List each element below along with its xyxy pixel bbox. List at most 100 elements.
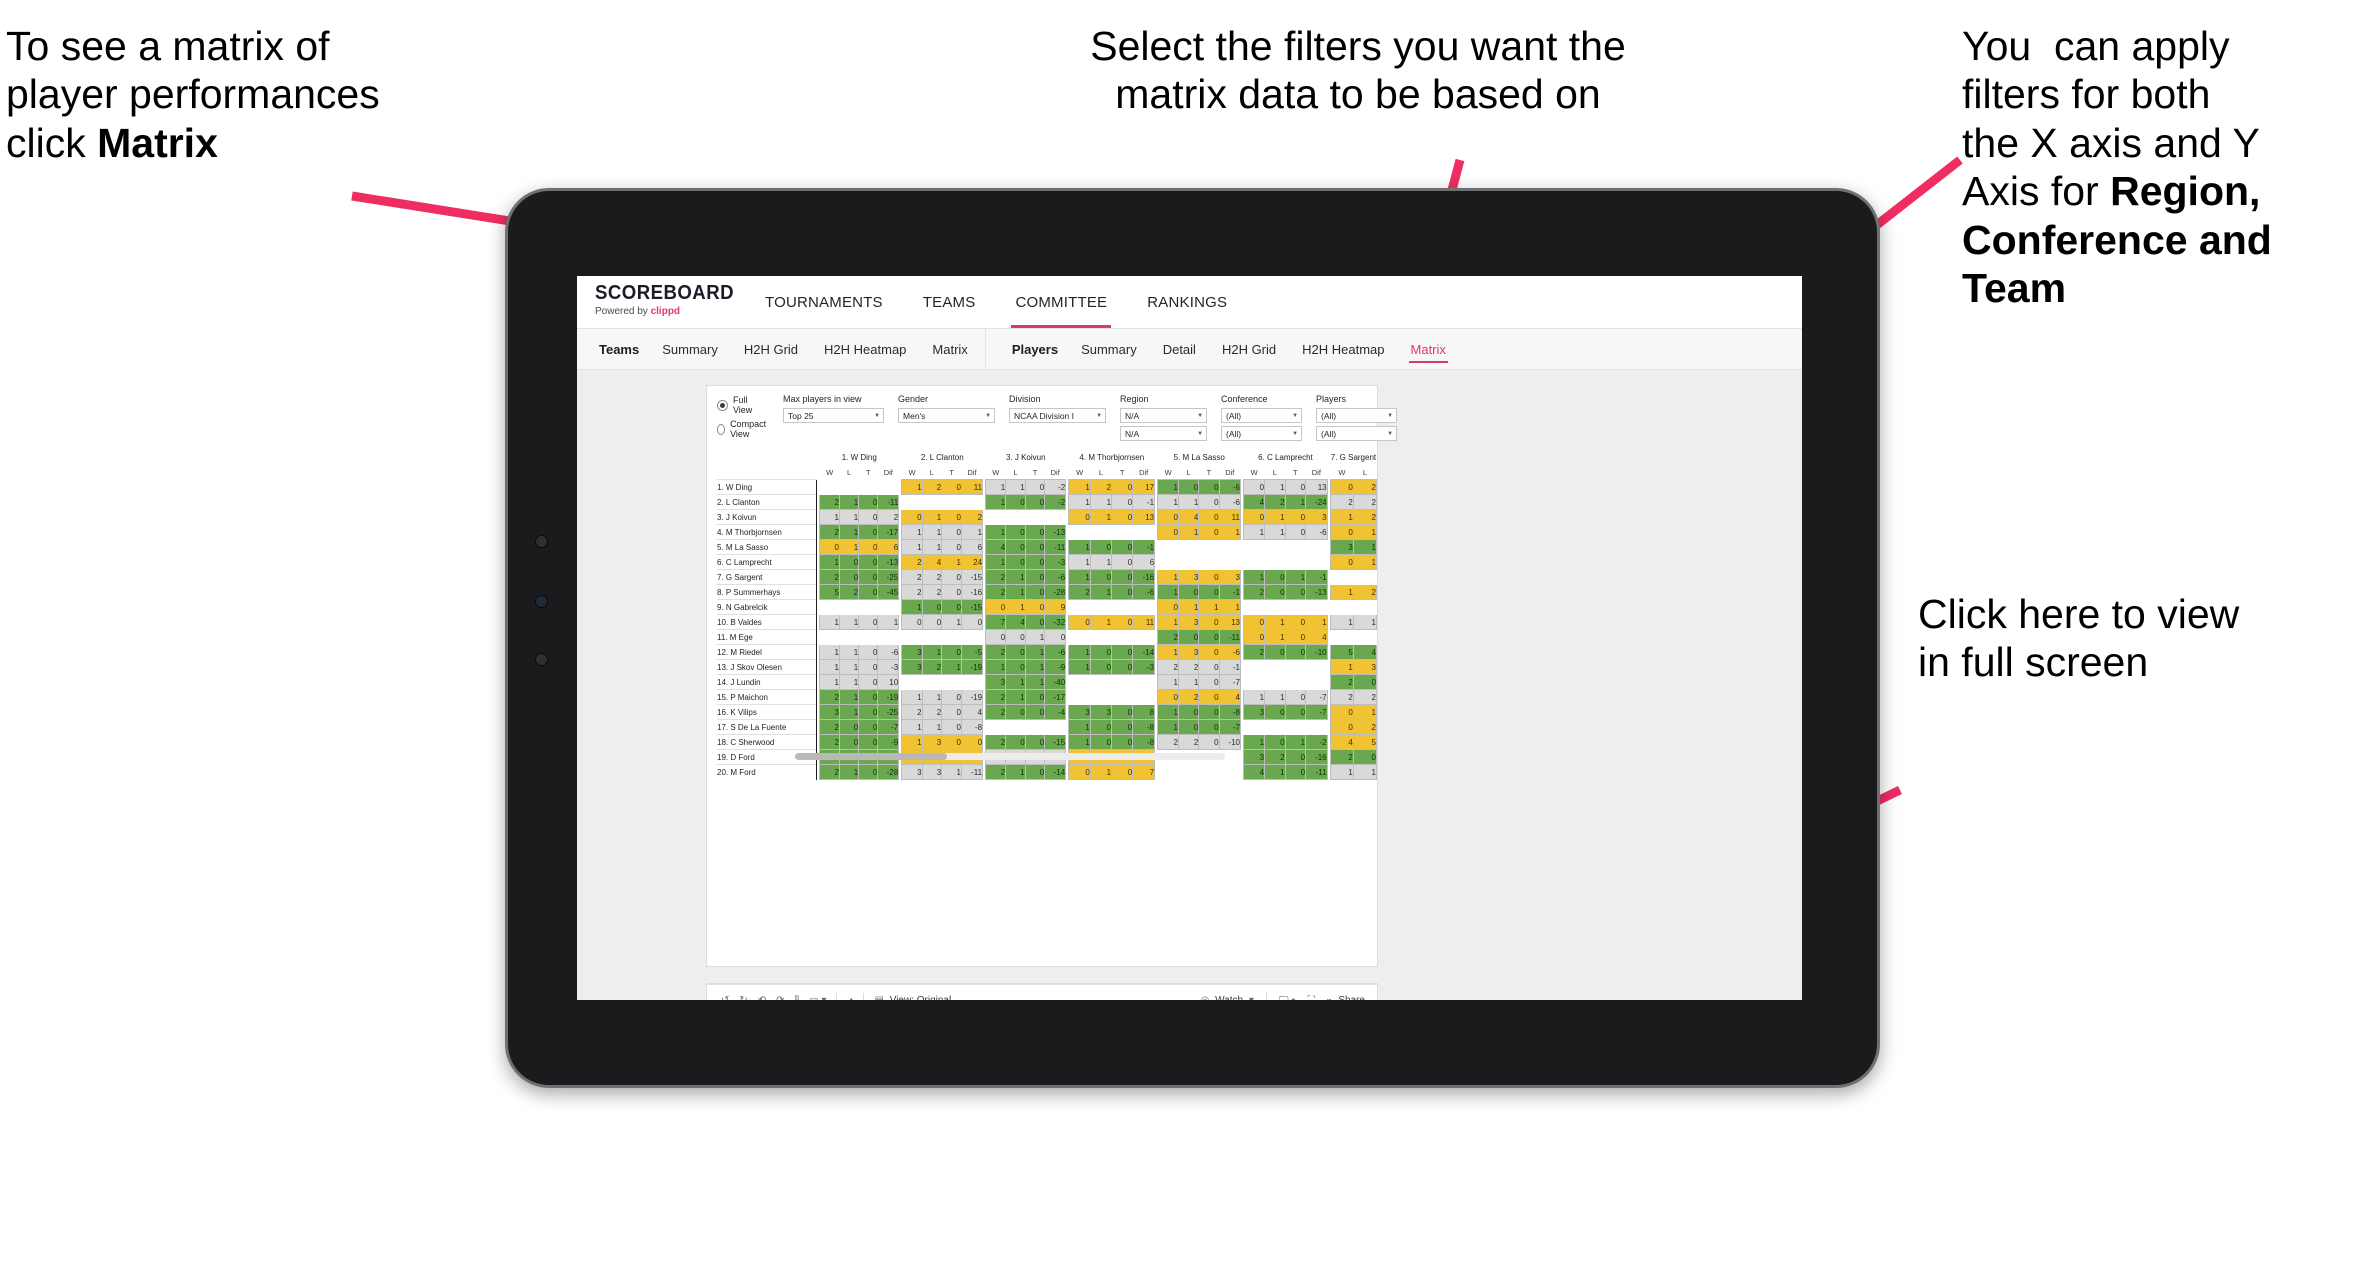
matrix-cell[interactable]: -25 xyxy=(877,569,900,585)
matrix-cell[interactable]: 0 xyxy=(1352,749,1378,765)
matrix-cell[interactable]: 0 xyxy=(1284,509,1307,525)
matrix-cell[interactable]: 2 xyxy=(1157,659,1179,675)
filter-region-select-y[interactable]: N/A ▼ xyxy=(1120,426,1208,441)
matrix-cell[interactable]: 4 xyxy=(1177,509,1200,525)
matrix-cell[interactable]: 0 xyxy=(838,554,860,570)
matrix-cell[interactable]: 0 xyxy=(941,584,962,600)
matrix-cell[interactable]: 1 xyxy=(1218,599,1241,615)
matrix-cell[interactable]: 6 xyxy=(1132,554,1156,570)
matrix-cell[interactable]: 1 xyxy=(901,689,923,705)
matrix-cell[interactable]: 1 xyxy=(838,509,860,525)
matrix-cell[interactable]: 2 xyxy=(921,704,943,720)
matrix-cell[interactable]: 2 xyxy=(1157,629,1179,645)
matrix-cell[interactable]: 3 xyxy=(1243,704,1266,720)
matrix-cell[interactable]: 1 xyxy=(1352,614,1378,630)
matrix-cell[interactable]: 1 xyxy=(1352,554,1378,570)
matrix-cell[interactable]: 2 xyxy=(819,764,840,780)
matrix-cell[interactable]: 2 xyxy=(1352,509,1378,525)
matrix-cell[interactable]: 1 xyxy=(941,554,962,570)
matrix-cell[interactable]: 3 xyxy=(901,764,923,780)
matrix-cell[interactable]: -11 xyxy=(960,764,984,780)
matrix-cell[interactable]: -16 xyxy=(960,584,984,600)
nav-item-rankings[interactable]: RANKINGS xyxy=(1127,276,1247,328)
matrix-cell[interactable]: 0 xyxy=(1024,479,1046,495)
matrix-cell[interactable]: 4 xyxy=(1218,689,1241,705)
matrix-cell[interactable]: 1 xyxy=(1264,614,1286,630)
matrix-cell[interactable]: 5 xyxy=(1329,644,1354,660)
matrix-cell[interactable]: -3 xyxy=(1132,659,1156,675)
matrix-cell[interactable]: 0 xyxy=(1005,524,1026,540)
matrix-cell[interactable]: 0 xyxy=(1024,524,1046,540)
matrix-cell[interactable]: 2 xyxy=(1243,584,1266,600)
matrix-cell[interactable]: 3 xyxy=(819,704,840,720)
matrix-cell[interactable]: 2 xyxy=(985,689,1007,705)
matrix-cell[interactable]: 0 xyxy=(858,584,879,600)
matrix-cell[interactable]: 2 xyxy=(985,584,1007,600)
matrix-cell[interactable]: 0 xyxy=(1198,524,1220,540)
matrix-cell[interactable]: 1 xyxy=(1264,764,1286,780)
matrix-cell[interactable]: 13 xyxy=(1218,614,1241,630)
matrix-cell[interactable]: 0 xyxy=(1284,644,1307,660)
matrix-cell[interactable]: -28 xyxy=(1044,584,1067,600)
matrix-cell[interactable]: -8 xyxy=(960,719,984,735)
matrix-cell[interactable]: 0 xyxy=(1005,734,1026,750)
matrix-container[interactable]: 1. W Ding 2. L Clanton 3. J Koivun 4. M Tho… xyxy=(707,447,1378,780)
matrix-cell[interactable]: 2 xyxy=(1068,584,1091,600)
matrix-cell[interactable]: 1 xyxy=(1005,569,1026,585)
matrix-cell[interactable]: 1 xyxy=(1329,509,1354,525)
matrix-cell[interactable]: -17 xyxy=(1044,689,1067,705)
matrix-cell[interactable]: 0 xyxy=(1352,674,1378,690)
matrix-cell[interactable]: 0 xyxy=(1089,659,1113,675)
matrix-cell[interactable]: -8 xyxy=(1132,719,1156,735)
matrix-cell[interactable]: 2 xyxy=(838,584,860,600)
matrix-cell[interactable]: 1 xyxy=(1218,524,1241,540)
matrix-cell[interactable]: 1 xyxy=(838,704,860,720)
matrix-cell[interactable]: -19 xyxy=(877,689,900,705)
matrix-cell[interactable]: 2 xyxy=(921,659,943,675)
matrix-cell[interactable]: 1 xyxy=(921,524,943,540)
matrix-cell[interactable]: 0 xyxy=(858,734,879,750)
matrix-cell[interactable]: 2 xyxy=(1329,494,1354,510)
matrix-cell[interactable]: 0 xyxy=(1264,569,1286,585)
matrix-cell[interactable]: 1 xyxy=(1352,539,1378,555)
matrix-cell[interactable]: 1 xyxy=(1157,644,1179,660)
matrix-cell[interactable]: 1 xyxy=(1089,509,1113,525)
matrix-cell[interactable]: 0 xyxy=(1284,764,1307,780)
horizontal-scrollbar-thumb[interactable] xyxy=(795,753,947,760)
matrix-cell[interactable]: 0 xyxy=(1198,719,1220,735)
matrix-cell[interactable]: 1 xyxy=(1024,629,1046,645)
matrix-cell[interactable]: 0 xyxy=(1005,554,1026,570)
matrix-cell[interactable]: -14 xyxy=(1044,764,1067,780)
matrix-cell[interactable]: 4 xyxy=(1305,629,1328,645)
matrix-cell[interactable]: 3 xyxy=(1089,704,1113,720)
matrix-cell[interactable]: 1 xyxy=(1352,704,1378,720)
redo-icon[interactable]: ↻ xyxy=(739,995,747,1001)
pause-icon[interactable]: ⫼ xyxy=(795,995,800,1001)
matrix-cell[interactable]: 1 xyxy=(941,764,962,780)
matrix-cell[interactable]: 0 xyxy=(1198,734,1220,750)
matrix-cell[interactable]: 1 xyxy=(901,734,923,750)
matrix-cell[interactable]: -6 xyxy=(1218,479,1241,495)
matrix-cell[interactable]: 1 xyxy=(901,539,923,555)
matrix-cell[interactable]: -6 xyxy=(877,644,900,660)
matrix-cell[interactable]: 0 xyxy=(941,719,962,735)
matrix-cell[interactable]: -16 xyxy=(1132,569,1156,585)
matrix-cell[interactable]: 1 xyxy=(1243,689,1266,705)
matrix-cell[interactable]: 0 xyxy=(1111,659,1134,675)
filter-gender-select[interactable]: Men's ▼ xyxy=(898,408,996,423)
matrix-cell[interactable]: 2 xyxy=(985,764,1007,780)
matrix-cell[interactable]: 0 xyxy=(921,614,943,630)
tab-players-matrix[interactable]: Matrix xyxy=(1398,329,1459,369)
refresh-icon[interactable]: ⟳ xyxy=(776,995,784,1001)
matrix-cell[interactable]: 0 xyxy=(858,674,879,690)
matrix-cell[interactable]: 0 xyxy=(1111,719,1134,735)
matrix-cell[interactable]: 3 xyxy=(1177,614,1200,630)
matrix-cell[interactable]: 0 xyxy=(1198,644,1220,660)
matrix-cell[interactable]: 0 xyxy=(941,599,962,615)
matrix-cell[interactable]: 1 xyxy=(1068,734,1091,750)
matrix-cell[interactable]: 0 xyxy=(1157,599,1179,615)
matrix-cell[interactable]: 0 xyxy=(819,539,840,555)
matrix-cell[interactable]: 6 xyxy=(960,539,984,555)
matrix-cell[interactable]: 1 xyxy=(1157,719,1179,735)
matrix-cell[interactable]: 1 xyxy=(838,614,860,630)
